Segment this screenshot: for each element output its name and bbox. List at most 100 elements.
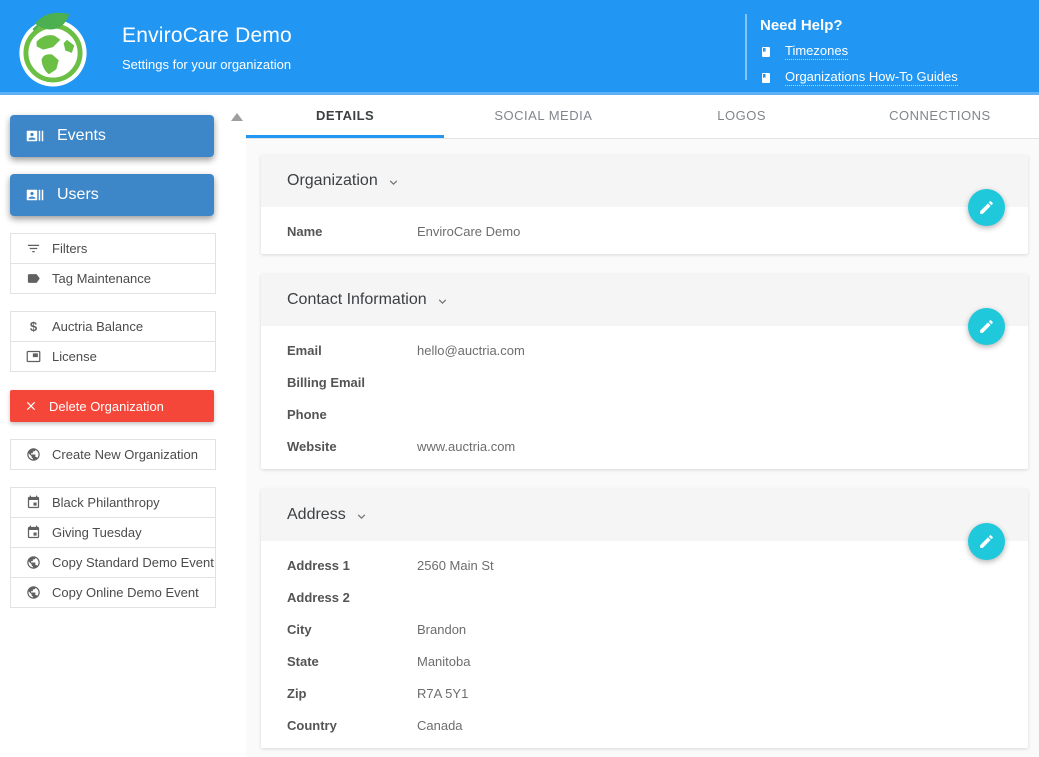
- help-link-label: Timezones: [785, 43, 848, 60]
- card-title: Contact Information: [287, 291, 427, 309]
- recent-actors-icon: [26, 127, 44, 145]
- main-content: DETAILS SOCIAL MEDIA LOGOS CONNECTIONS Orga…: [246, 95, 1039, 757]
- sidebar-item-copy-standard-demo-event[interactable]: Copy Standard Demo Event: [10, 547, 216, 578]
- event-icon: [26, 525, 41, 540]
- field-value: hello@auctria.com: [417, 343, 525, 358]
- field-row-email: Emailhello@auctria.com: [261, 334, 1028, 366]
- field-row-state: StateManitoba: [261, 645, 1028, 677]
- page-title: EnviroCare Demo: [122, 24, 292, 48]
- need-help-title: Need Help?: [760, 17, 958, 34]
- field-label: Zip: [287, 686, 417, 701]
- field-label: Billing Email: [287, 375, 417, 390]
- edit-address-button[interactable]: [968, 523, 1005, 560]
- field-row-name: NameEnviroCare Demo: [261, 215, 1028, 247]
- field-value: Canada: [417, 718, 463, 733]
- chevron-down-icon[interactable]: [354, 509, 369, 524]
- page-subtitle: Settings for your organization: [122, 57, 292, 72]
- pencil-icon: [978, 533, 995, 550]
- sidebar-item-label: Copy Standard Demo Event: [52, 555, 214, 570]
- sidebar-button-label: Events: [57, 127, 106, 145]
- sidebar-item-label: Copy Online Demo Event: [52, 585, 199, 600]
- card-body-address: Address 12560 Main St Address 2 CityBrando…: [261, 541, 1028, 748]
- tab-label: CONNECTIONS: [889, 108, 991, 123]
- sidebar-item-label: Auctria Balance: [52, 319, 143, 334]
- card-address: Address Address 12560 Main St Address 2 Cit…: [261, 489, 1028, 748]
- sidebar-item-tag-maintenance[interactable]: Tag Maintenance: [10, 263, 216, 294]
- chevron-down-icon[interactable]: [386, 175, 401, 190]
- chevron-down-icon[interactable]: [435, 294, 450, 309]
- card-header-contact-information: Contact Information: [261, 274, 1028, 326]
- tab-label: LOGOS: [717, 108, 766, 123]
- need-help-panel: Need Help? TimezonesOrganizations How-To…: [745, 14, 958, 80]
- sidebar-item-license[interactable]: License: [10, 341, 216, 372]
- pencil-icon: [978, 199, 995, 216]
- tab-logos[interactable]: LOGOS: [643, 95, 841, 138]
- tab-connections[interactable]: CONNECTIONS: [841, 95, 1039, 138]
- card-organization: Organization NameEnviroCare Demo: [261, 155, 1028, 254]
- sidebar-button-events[interactable]: Events: [10, 115, 214, 157]
- tab-bar: DETAILS SOCIAL MEDIA LOGOS CONNECTIONS: [246, 95, 1039, 139]
- sidebar-groups: Filters Tag Maintenance $ Auctria Balance Li…: [0, 233, 246, 372]
- tab-social-media[interactable]: SOCIAL MEDIA: [444, 95, 642, 138]
- field-value: R7A 5Y1: [417, 686, 468, 701]
- app-header: EnviroCare Demo Settings for your organi…: [0, 0, 1039, 95]
- sidebar-group-0: Filters Tag Maintenance: [10, 233, 216, 294]
- card-body-contact-information: Emailhello@auctria.com Billing Email Phone…: [261, 326, 1028, 469]
- field-row-address-2: Address 2: [261, 581, 1028, 613]
- globe-icon: [26, 555, 41, 570]
- edit-organization-button[interactable]: [968, 189, 1005, 226]
- sidebar-events-group: Black Philanthropy Giving Tuesday Copy Sta…: [10, 487, 216, 608]
- field-row-country: CountryCanada: [261, 709, 1028, 741]
- dollar-icon: $: [26, 319, 41, 334]
- sidebar-item-label: Black Philanthropy: [52, 495, 160, 510]
- filter-icon: [26, 241, 41, 256]
- field-value: Brandon: [417, 622, 466, 637]
- sidebar-item-label: License: [52, 349, 97, 364]
- sidebar-item-label: Tag Maintenance: [52, 271, 151, 286]
- sidebar-item-filters[interactable]: Filters: [10, 233, 216, 264]
- field-label: Email: [287, 343, 417, 358]
- create-new-organization-label: Create New Organization: [52, 447, 198, 462]
- delete-organization-button[interactable]: Delete Organization: [10, 390, 214, 422]
- sidebar-item-auctria-balance[interactable]: $ Auctria Balance: [10, 311, 216, 342]
- help-link-organizations-how-to-guides[interactable]: Organizations How-To Guides: [760, 69, 958, 86]
- sidebar-item-label: Filters: [52, 241, 87, 256]
- delete-organization-label: Delete Organization: [49, 399, 164, 414]
- sidebar-button-users[interactable]: Users: [10, 174, 214, 216]
- field-row-phone: Phone: [261, 398, 1028, 430]
- field-value: 2560 Main St: [417, 558, 494, 573]
- organization-logo-icon: [12, 7, 94, 89]
- close-icon: [24, 399, 38, 413]
- sidebar-item-black-philanthropy[interactable]: Black Philanthropy: [10, 487, 216, 518]
- field-label: Address 2: [287, 590, 417, 605]
- field-label: Address 1: [287, 558, 417, 573]
- sidebar-group-1: $ Auctria Balance License: [10, 311, 216, 372]
- edit-contact-information-button[interactable]: [968, 308, 1005, 345]
- globe-icon: [26, 447, 41, 462]
- cards-container: Organization NameEnviroCare Demo Contact I…: [246, 139, 1039, 748]
- recent-actors-icon: [26, 186, 44, 204]
- sidebar-item-copy-online-demo-event[interactable]: Copy Online Demo Event: [10, 577, 216, 608]
- field-row-website: Websitewww.auctria.com: [261, 430, 1028, 462]
- create-new-organization-button[interactable]: Create New Organization: [10, 439, 216, 470]
- create-organization-group: Create New Organization: [10, 439, 216, 470]
- field-label: Website: [287, 439, 417, 454]
- sidebar-primary-buttons: Events Users: [0, 115, 246, 216]
- field-label: Name: [287, 224, 417, 239]
- card-body-organization: NameEnviroCare Demo: [261, 207, 1028, 254]
- field-value: Manitoba: [417, 654, 470, 669]
- field-value: EnviroCare Demo: [417, 224, 520, 239]
- sidebar-item-giving-tuesday[interactable]: Giving Tuesday: [10, 517, 216, 548]
- help-link-timezones[interactable]: Timezones: [760, 43, 958, 60]
- field-label: City: [287, 622, 417, 637]
- help-link-label: Organizations How-To Guides: [785, 69, 958, 86]
- card-header-address: Address: [261, 489, 1028, 541]
- scroll-up-icon[interactable]: [231, 113, 243, 121]
- tab-details[interactable]: DETAILS: [246, 95, 444, 138]
- need-help-links: Timezones Organizations How-To Guides: [760, 43, 958, 86]
- card-title: Organization: [287, 172, 378, 190]
- book-icon: [760, 72, 772, 84]
- field-row-billing-email: Billing Email: [261, 366, 1028, 398]
- tab-label: SOCIAL MEDIA: [494, 108, 592, 123]
- sidebar: Events Users Filters Tag Maintenance $ Auctr…: [0, 95, 246, 757]
